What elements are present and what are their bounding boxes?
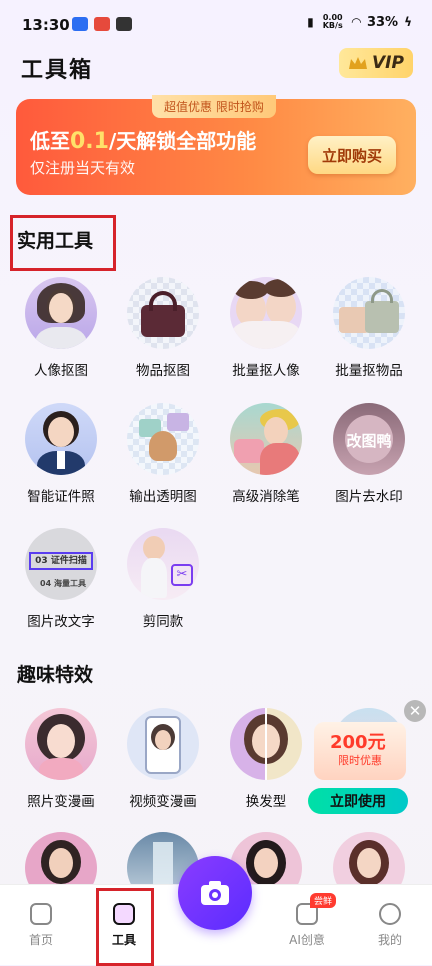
nav-ai-label: AI创意: [289, 933, 325, 947]
promo-title-prefix: 低至: [30, 129, 70, 153]
tool-label: 人像抠图: [34, 363, 88, 379]
wifi-icon: ◠: [351, 15, 361, 29]
tool-edit-text[interactable]: 03 证件扫描 04 海量工具 图片改文字: [11, 528, 111, 630]
status-indicators: ▮ 0.00 KB/s ◠ 33% ϟ: [307, 14, 412, 30]
camera-icon: [201, 881, 229, 905]
tool-photo-to-comic[interactable]: 照片变漫画: [11, 708, 111, 810]
edit-text-icon: 03 证件扫描 04 海量工具: [25, 528, 97, 600]
highlight-box-nav: [96, 888, 154, 966]
use-coupon-button[interactable]: 立即使用: [308, 788, 408, 814]
tool-label: 批量抠人像: [232, 363, 300, 379]
promo-subtitle: 仅注册当天有效: [30, 159, 136, 177]
coupon-float-ad[interactable]: 200元 限时优惠 立即使用: [306, 720, 410, 816]
scissors-icon: ✂: [171, 564, 193, 586]
promo-price: 0.1: [70, 129, 109, 154]
promo-title-suffix: /天解锁全部功能: [108, 129, 257, 153]
promo-tab: 超值优惠 限时抢购: [152, 95, 276, 118]
tool-label: 物品抠图: [136, 363, 190, 379]
tool-label: 照片变漫画: [27, 794, 95, 810]
section-title-fun: 趣味特效: [17, 664, 94, 686]
camera-button[interactable]: [178, 856, 252, 930]
hairstyle-icon: [230, 708, 302, 780]
nav-ai[interactable]: AI创意: [277, 903, 337, 948]
nav-home[interactable]: 首页: [11, 903, 71, 948]
nav-me-label: 我的: [377, 933, 402, 947]
home-icon: [30, 903, 52, 925]
promo-banner[interactable]: 超值优惠 限时抢购 低至0.1/天解锁全部功能 仅注册当天有效 立即购买: [16, 95, 416, 195]
tool-label: 图片改文字: [27, 614, 95, 630]
tool-object-cutout[interactable]: 物品抠图: [113, 277, 213, 379]
promo-title: 低至0.1/天解锁全部功能: [30, 125, 256, 154]
batch-object-icon: [333, 277, 405, 349]
id-photo-icon: [25, 403, 97, 475]
tool-transparent-export[interactable]: 输出透明图: [113, 403, 213, 505]
notification-icons: [72, 17, 132, 31]
tool-batch-object[interactable]: 批量抠物品: [319, 277, 419, 379]
tool-label: 高级消除笔: [232, 489, 300, 505]
watermark-remove-icon: 改图鸭: [333, 403, 405, 475]
tool-label: 输出透明图: [129, 489, 197, 505]
crown-icon: [349, 57, 368, 69]
doc-line-2: 04 海量工具: [40, 579, 86, 588]
tool-id-photo[interactable]: 智能证件照: [11, 403, 111, 505]
template-cut-icon: ✂: [127, 528, 199, 600]
tool-label: 换发型: [245, 794, 287, 810]
tool-label: 剪同款: [142, 614, 184, 630]
status-bar: 13:30 ▮ 0.00 KB/s ◠ 33% ϟ: [0, 0, 432, 48]
doc-line-1: 03 证件扫描: [29, 552, 93, 570]
vibrate-icon: ▮: [307, 15, 314, 29]
tool-label: 视频变漫画: [129, 794, 197, 810]
tool-label: 图片去水印: [335, 489, 403, 505]
nav-home-label: 首页: [28, 933, 53, 947]
vip-label: VIP: [372, 53, 404, 73]
watermark-text: 改图鸭: [346, 432, 392, 450]
notification-app-icon: [72, 17, 88, 31]
tool-batch-portrait[interactable]: 批量抠人像: [216, 277, 316, 379]
tool-hairstyle[interactable]: 换发型: [216, 708, 316, 810]
video-to-comic-icon: [127, 708, 199, 780]
nav-me[interactable]: 我的: [360, 903, 420, 948]
object-cutout-icon: [127, 277, 199, 349]
batch-portrait-icon: [230, 277, 302, 349]
coupon-card: 200元 限时优惠: [314, 722, 406, 780]
highlight-box: [10, 215, 116, 271]
coupon-subtitle: 限时优惠: [338, 754, 382, 767]
status-time: 13:30: [22, 16, 70, 34]
page-title: 工具箱: [21, 58, 94, 83]
coupon-amount: 200元: [330, 732, 386, 753]
vip-button[interactable]: VIP: [339, 48, 413, 78]
tool-watermark-remove[interactable]: 改图鸭 图片去水印: [319, 403, 419, 505]
charging-icon: ϟ: [404, 15, 412, 29]
notification-app-icon: [116, 17, 132, 31]
tool-video-to-comic[interactable]: 视频变漫画: [113, 708, 213, 810]
header: 工具箱 VIP: [0, 44, 432, 88]
tool-eraser-pen[interactable]: 高级消除笔: [216, 403, 316, 505]
tool-portrait-cutout[interactable]: 人像抠图: [11, 277, 111, 379]
notification-app-icon: [94, 17, 110, 31]
battery-level: 33%: [366, 14, 399, 30]
close-icon[interactable]: ✕: [404, 700, 426, 722]
photo-to-comic-icon: [25, 708, 97, 780]
tool-label: 智能证件照: [27, 489, 95, 505]
tool-label: 批量抠物品: [335, 363, 403, 379]
portrait-cutout-icon: [25, 277, 97, 349]
transparent-export-icon: [127, 403, 199, 475]
buy-now-button[interactable]: 立即购买: [308, 136, 396, 174]
tool-template-cut[interactable]: ✂ 剪同款: [113, 528, 213, 630]
new-badge: 尝鲜: [310, 893, 337, 908]
net-speed: 0.00 KB/s: [322, 13, 343, 30]
eraser-pen-icon: [230, 403, 302, 475]
smile-icon: [379, 903, 401, 925]
